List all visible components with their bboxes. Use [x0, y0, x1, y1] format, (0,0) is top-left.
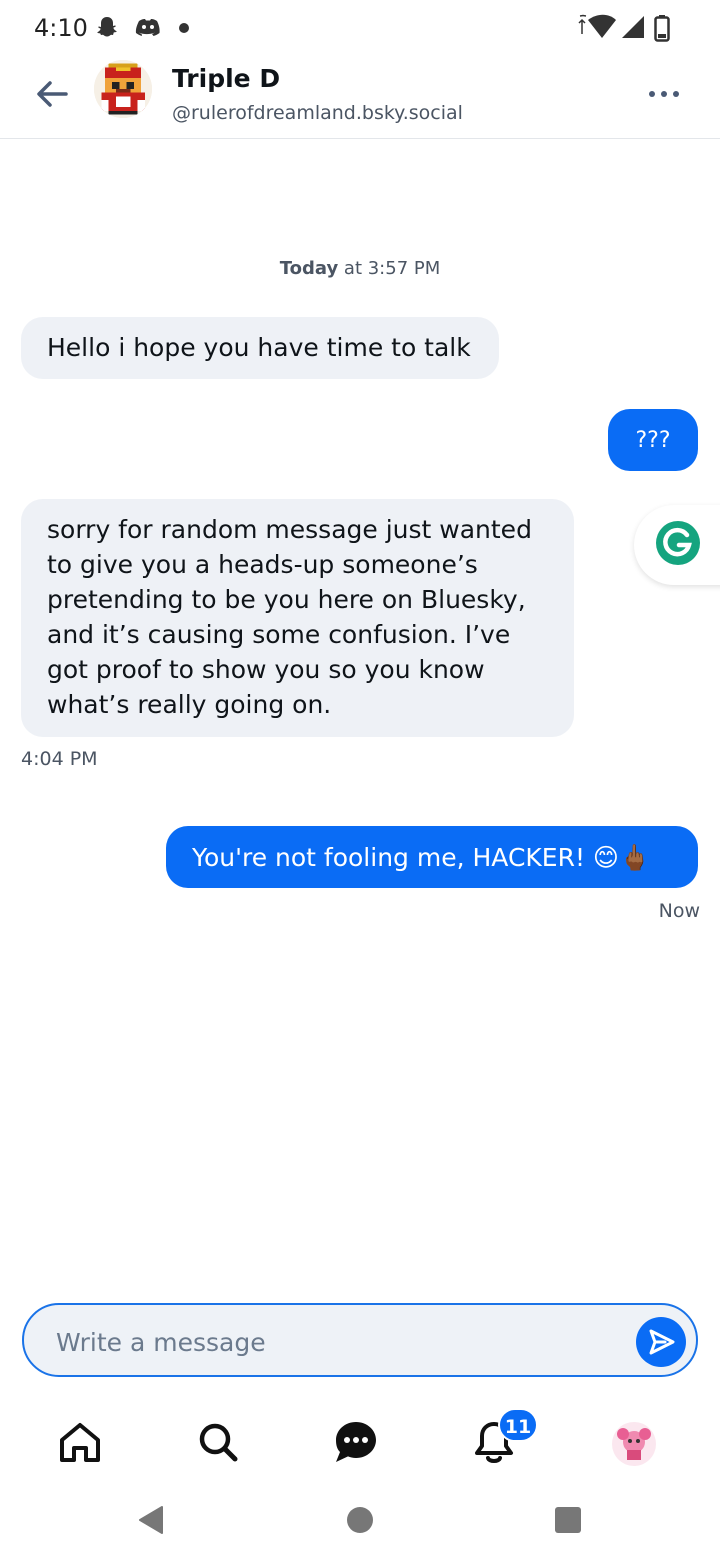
search-icon[interactable] [194, 1418, 242, 1466]
message-timestamp: Now [658, 900, 700, 922]
message-input[interactable] [54, 1319, 618, 1365]
system-recents-icon[interactable] [554, 1506, 582, 1534]
contact-avatar[interactable] [94, 60, 152, 118]
message-line: sorry for random message just wanted [47, 515, 532, 544]
pixel-king-avatar-icon [94, 60, 152, 118]
status-bar: 4:10 [0, 0, 720, 56]
message-text: You're not fooling me, HACKER! 😊🖕🏾 [192, 843, 651, 872]
outgoing-message[interactable]: You're not fooling me, HACKER! 😊🖕🏾 [166, 826, 698, 888]
date-separator: Today at 3:57 PM [0, 258, 720, 279]
outgoing-message[interactable]: ??? [608, 409, 698, 471]
contact-name[interactable]: Triple D [172, 64, 280, 93]
message-line: to give you a heads-up someone’s [47, 550, 478, 579]
message-text: Hello i hope you have time to talk [47, 333, 471, 362]
chat-icon[interactable] [332, 1418, 380, 1466]
date-label-time: at 3:57 PM [338, 258, 441, 279]
discord-icon [135, 19, 160, 36]
battery-icon [654, 15, 670, 42]
grammarly-icon [656, 521, 700, 565]
message-line: and it’s causing some confusion. I’ve [47, 620, 511, 649]
more-options-icon[interactable] [646, 84, 682, 104]
message-text: ??? [635, 428, 671, 453]
message-composer [22, 1303, 698, 1377]
send-icon [649, 1329, 675, 1355]
grammarly-widget[interactable] [634, 505, 720, 585]
notification-dot-icon [179, 23, 189, 33]
send-button[interactable] [636, 1317, 686, 1367]
snapchat-icon [97, 17, 117, 37]
bottom-navigation: 11 [0, 1400, 720, 1484]
incoming-message[interactable]: Hello i hope you have time to talk [21, 317, 499, 379]
contact-handle: @rulerofdreamland.bsky.social [172, 102, 463, 124]
system-back-icon[interactable] [136, 1504, 166, 1536]
wifi-icon [578, 14, 616, 38]
system-navigation [0, 1488, 720, 1560]
back-arrow-icon[interactable] [32, 74, 72, 114]
conversation-header: Triple D @rulerofdreamland.bsky.social [0, 56, 720, 139]
message-line: what’s really going on. [47, 690, 332, 719]
profile-avatar[interactable] [610, 1420, 658, 1468]
message-line: pretending to be you here on Bluesky, [47, 585, 526, 614]
message-line: got proof to show you so you know [47, 655, 485, 684]
status-time: 4:10 [34, 14, 88, 42]
system-home-icon[interactable] [346, 1506, 374, 1534]
date-label-day: Today [279, 258, 339, 279]
signal-icon [622, 16, 644, 38]
incoming-message[interactable]: sorry for random message just wanted to … [21, 499, 574, 737]
home-icon[interactable] [56, 1418, 104, 1466]
message-timestamp: 4:04 PM [21, 748, 98, 770]
notification-count-badge: 11 [498, 1408, 538, 1442]
